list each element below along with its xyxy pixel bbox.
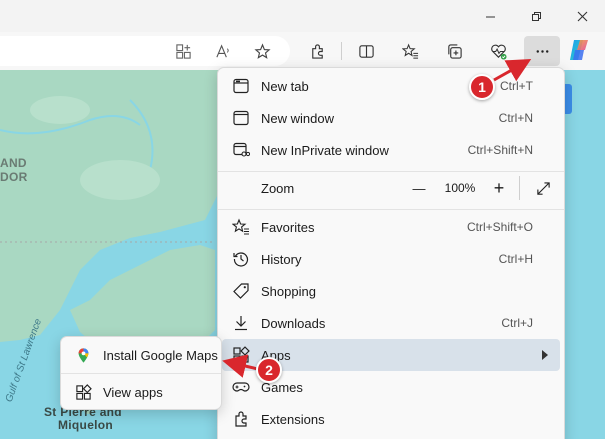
browser-essentials-button[interactable] [483,36,513,66]
menu-item-shortcut: Ctrl+Shift+N [467,143,533,157]
browser-toolbar [0,32,605,70]
close-window-button[interactable] [562,0,602,32]
favorites-icon [231,218,250,236]
menu-item-label: Downloads [261,316,326,331]
favorite-star-button[interactable] [247,36,277,66]
inprivate-icon [232,141,251,159]
zoom-label: Zoom [261,181,295,196]
menu-item-downloads[interactable]: Downloads Ctrl+J [222,307,560,339]
app-available-button[interactable] [168,36,198,66]
restore-button[interactable] [516,0,556,32]
collections-icon [447,43,462,59]
favorite-star-icon [253,42,271,59]
app-available-icon [175,43,191,59]
menu-item-shortcut: Ctrl+T [500,79,533,93]
menu-item-new-tab[interactable]: New tab Ctrl+T [222,70,560,102]
menu-item-label: New tab [261,79,309,94]
shopping-tag-icon [232,282,250,300]
menu-item-shortcut: Ctrl+H [498,252,533,266]
map-label-island-2: Miquelon [58,418,114,432]
submenu-divider [61,373,221,374]
split-screen-icon [358,44,374,58]
map-label-land-2: DOR [0,170,28,184]
fullscreen-button[interactable] [530,172,556,204]
history-icon [232,250,250,268]
fullscreen-icon [536,181,550,195]
apps-icon [76,384,92,400]
menu-item-label: Favorites [261,220,315,235]
extensions-icon [232,410,250,428]
copilot-icon[interactable] [566,37,592,63]
menu-item-shortcut: Ctrl+J [501,316,533,330]
menu-item-favorites[interactable]: Favorites Ctrl+Shift+O [222,211,560,243]
extensions-icon [311,43,323,59]
submenu-item-install-google-maps[interactable]: Install Google Maps [65,340,218,370]
apps-icon [232,346,250,364]
menu-item-shopping[interactable]: Shopping [222,275,560,307]
minimize-button[interactable] [470,0,510,32]
submenu-item-view-apps[interactable]: View apps [65,377,217,407]
new-window-icon [232,109,250,127]
menu-item-label: History [261,252,302,267]
read-aloud-icon [215,43,229,57]
callout-badge-2: 2 [256,357,282,383]
menu-item-shortcut: Ctrl+N [498,111,533,125]
menu-item-label: New window [261,111,334,126]
menu-item-zoom: Zoom — 100% + [222,172,560,204]
zoom-in-button[interactable]: + [488,172,510,204]
close-icon [577,11,587,21]
google-maps-icon [78,348,89,363]
extensions-button[interactable] [302,36,332,66]
apps-submenu: Install Google Maps View apps [60,336,222,410]
menu-item-extensions[interactable]: Extensions [222,403,560,435]
menu-item-history[interactable]: History Ctrl+H [222,243,560,275]
zoom-level-value: 100% [444,181,476,195]
menu-item-new-inprivate-window[interactable]: New InPrivate window Ctrl+Shift+N [222,134,560,166]
submenu-item-label: View apps [103,385,163,400]
favorites-icon [401,42,418,59]
chevron-right-icon [542,350,548,360]
menu-item-shortcut: Ctrl+Shift+O [466,220,533,234]
download-icon [232,314,250,332]
settings-more-button[interactable] [524,36,560,66]
menu-item-label: Shopping [261,284,316,299]
more-dots-icon [536,49,548,53]
favorites-button[interactable] [395,36,425,66]
menu-item-new-window[interactable]: New window Ctrl+N [222,102,560,134]
menu-divider [218,209,564,210]
callout-badge-1: 1 [469,74,495,100]
minimize-icon [485,16,495,17]
settings-menu: New tab Ctrl+T New window Ctrl+N New InP… [217,67,565,439]
zoom-divider [519,176,520,200]
read-aloud-button[interactable] [208,36,238,66]
browser-essentials-icon [490,44,507,60]
collections-button[interactable] [439,36,469,66]
map-label-land-1: AND [0,156,27,170]
title-bar [0,0,605,32]
menu-item-label: Extensions [261,412,325,427]
games-icon [232,378,250,396]
toolbar-divider [341,42,342,60]
restore-icon [531,11,541,21]
menu-item-label: New InPrivate window [261,143,389,158]
new-tab-icon [232,77,250,95]
submenu-item-label: Install Google Maps [103,348,218,363]
split-screen-button[interactable] [351,36,381,66]
zoom-out-button[interactable]: — [408,172,430,204]
